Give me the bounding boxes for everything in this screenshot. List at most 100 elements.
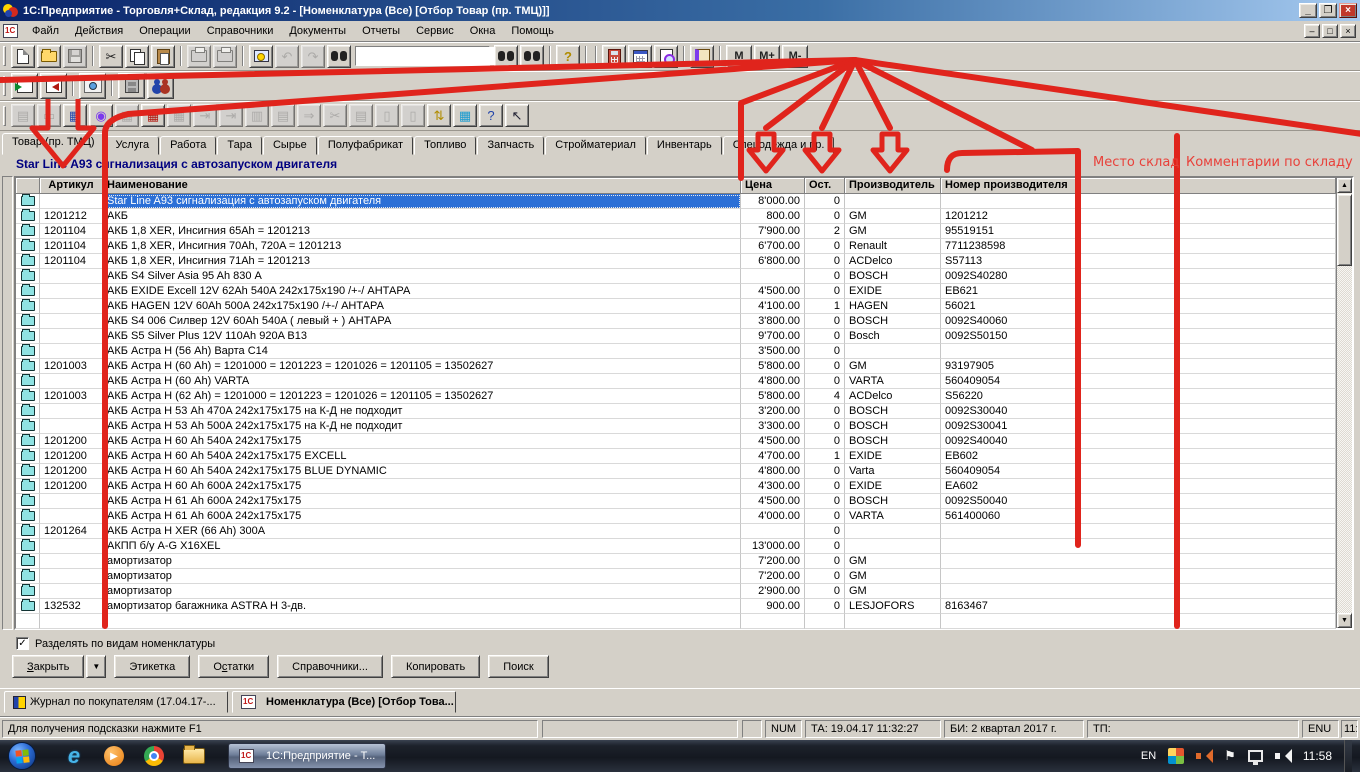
- table-cell[interactable]: 0: [805, 239, 845, 254]
- table-cell[interactable]: АКБ Астра Н 61 Ah 600A 242x175x175: [103, 509, 741, 524]
- menu-3[interactable]: Операции: [131, 22, 198, 40]
- table-cell[interactable]: 3'300.00: [741, 419, 805, 434]
- table-cell[interactable]: 1201104: [40, 224, 103, 239]
- table-cell[interactable]: АКБ 1,8 XER, Инсигния 71Ah = 1201213: [103, 254, 741, 269]
- menu-1[interactable]: Файл: [24, 22, 67, 40]
- table-cell[interactable]: GM: [845, 224, 941, 239]
- mdi-close-button[interactable]: ×: [1340, 24, 1356, 38]
- table-cell[interactable]: 1201212: [941, 209, 1336, 224]
- table-cell[interactable]: 0: [805, 359, 845, 374]
- memory-m+-button[interactable]: M+: [754, 45, 780, 68]
- find-button[interactable]: [327, 45, 351, 68]
- table-cell[interactable]: 0: [805, 419, 845, 434]
- table-cell[interactable]: 8163467: [941, 599, 1336, 614]
- table-cell[interactable]: 1201200: [40, 449, 103, 464]
- table-cell[interactable]: BOSCH: [845, 404, 941, 419]
- table-row[interactable]: 1201104АКБ 1,8 XER, Инсигния 70Ah, 720A …: [16, 239, 1336, 254]
- table-cell[interactable]: GM: [845, 584, 941, 599]
- table-cell[interactable]: АКБ 1,8 XER, Инсигния 65Ah = 1201213: [103, 224, 741, 239]
- menu-8[interactable]: Окна: [462, 22, 504, 40]
- table-cell[interactable]: [40, 374, 103, 389]
- menu-5[interactable]: Документы: [281, 22, 354, 40]
- table-cell[interactable]: 7711238598: [941, 239, 1336, 254]
- table-cell[interactable]: 7'200.00: [741, 554, 805, 569]
- label-button[interactable]: Этикетка: [114, 655, 190, 678]
- table-cell[interactable]: 1201212: [40, 209, 103, 224]
- table-cell[interactable]: 9'700.00: [741, 329, 805, 344]
- internet-explorer-icon[interactable]: e: [54, 742, 94, 770]
- quick-search-input[interactable]: [356, 47, 504, 65]
- table-cell[interactable]: 1201003: [40, 389, 103, 404]
- table-cell[interactable]: [941, 614, 1336, 629]
- table-cell[interactable]: Star Line A93 сигнализация с автозапуско…: [103, 194, 741, 209]
- column-header-5[interactable]: Ост.: [805, 178, 845, 194]
- scroll-up-button[interactable]: ▲: [1337, 178, 1352, 193]
- table-cell[interactable]: амортизатор багажника ASTRA H 3-дв.: [103, 599, 741, 614]
- table-cell[interactable]: АКБ Астра Н 60 Ah 540A 242x175x175 EXCEL…: [103, 449, 741, 464]
- table-cell[interactable]: АКБ S4 Silver Asia 95 Ah 830 А: [103, 269, 741, 284]
- tray-clock[interactable]: 11:58: [1303, 749, 1332, 763]
- table-cell[interactable]: S57113: [941, 254, 1336, 269]
- table-cell[interactable]: [941, 554, 1336, 569]
- table-cell[interactable]: 560409054: [941, 464, 1336, 479]
- remainders-button[interactable]: Остатки: [198, 655, 269, 678]
- close-button[interactable]: Закрыть: [12, 655, 84, 678]
- table-cell[interactable]: [741, 614, 805, 629]
- table-cell[interactable]: [40, 509, 103, 524]
- network-icon[interactable]: [1248, 750, 1263, 762]
- table-row[interactable]: 1201200АКБ Астра Н 60 Ah 600A 242x175x17…: [16, 479, 1336, 494]
- table-cell[interactable]: [40, 284, 103, 299]
- table-cell[interactable]: [845, 344, 941, 359]
- table-cell[interactable]: 0092S40040: [941, 434, 1336, 449]
- table-cell[interactable]: 0: [805, 374, 845, 389]
- table-cell[interactable]: 0092S30040: [941, 404, 1336, 419]
- constants-button[interactable]: [79, 73, 106, 99]
- table-cell[interactable]: Bosch: [845, 329, 941, 344]
- table-cell[interactable]: [40, 539, 103, 554]
- table-cell[interactable]: BOSCH: [845, 314, 941, 329]
- column-header-6[interactable]: Производитель: [845, 178, 941, 194]
- tab-6[interactable]: Полуфабрикат: [318, 136, 413, 155]
- tab-2[interactable]: Услуга: [106, 136, 160, 155]
- table-cell[interactable]: 5'800.00: [741, 389, 805, 404]
- table-cell[interactable]: EXIDE: [845, 479, 941, 494]
- column-header-3[interactable]: Наименование: [103, 178, 741, 194]
- table-cell[interactable]: 1201200: [40, 464, 103, 479]
- table-cell[interactable]: амортизатор: [103, 584, 741, 599]
- table-cell[interactable]: амортизатор: [103, 569, 741, 584]
- table-cell[interactable]: 561400060: [941, 509, 1336, 524]
- table-cell[interactable]: [40, 404, 103, 419]
- table-cell[interactable]: 4'300.00: [741, 479, 805, 494]
- sort-button[interactable]: ⇅: [427, 104, 451, 127]
- tab-1[interactable]: Товар (пр. ТМЦ): [2, 133, 105, 155]
- guide-book-button[interactable]: [690, 45, 714, 68]
- table-cell[interactable]: АКБ EXIDE Excell 12V 62Ah 540A 242x175x1…: [103, 284, 741, 299]
- enter-based-on-button[interactable]: [11, 73, 38, 99]
- table-row[interactable]: АКБ Астра Н 61 Ah 600A 242x175x1754'500.…: [16, 494, 1336, 509]
- table-cell[interactable]: EA602: [941, 479, 1336, 494]
- preview-row-button[interactable]: ◉: [89, 104, 113, 127]
- table-cell[interactable]: EXIDE: [845, 284, 941, 299]
- table-cell[interactable]: 800.00: [741, 209, 805, 224]
- table-cell[interactable]: АКБ: [103, 209, 741, 224]
- table-row[interactable]: Star Line A93 сигнализация с автозапуско…: [16, 194, 1336, 209]
- scroll-thumb[interactable]: [1337, 194, 1352, 266]
- table-cell[interactable]: 5'800.00: [741, 359, 805, 374]
- help-button[interactable]: ?: [556, 45, 580, 68]
- table-cell[interactable]: BOSCH: [845, 419, 941, 434]
- table-cell[interactable]: [40, 194, 103, 209]
- table-row[interactable]: амортизатор2'900.000GM: [16, 584, 1336, 599]
- table-cell[interactable]: LESJOFORS: [845, 599, 941, 614]
- table-cell[interactable]: 0: [805, 599, 845, 614]
- calendar-button[interactable]: [628, 45, 652, 68]
- close-dropdown-button[interactable]: ▼: [86, 655, 106, 678]
- table-cell[interactable]: 0: [805, 344, 845, 359]
- table-cell[interactable]: Varta: [845, 464, 941, 479]
- action-center-flag-icon[interactable]: ⚑: [1224, 748, 1236, 764]
- table-cell[interactable]: [741, 524, 805, 539]
- table-cell[interactable]: 4'500.00: [741, 494, 805, 509]
- mdi-tab-nomenclature[interactable]: Номенклатура (Все) [Отбор Това...: [232, 691, 456, 713]
- table-cell[interactable]: 6'700.00: [741, 239, 805, 254]
- table-row[interactable]: амортизатор7'200.000GM: [16, 554, 1336, 569]
- table-row[interactable]: АКБ Астра Н 53 Ah 500A 242x175x175 на К-…: [16, 419, 1336, 434]
